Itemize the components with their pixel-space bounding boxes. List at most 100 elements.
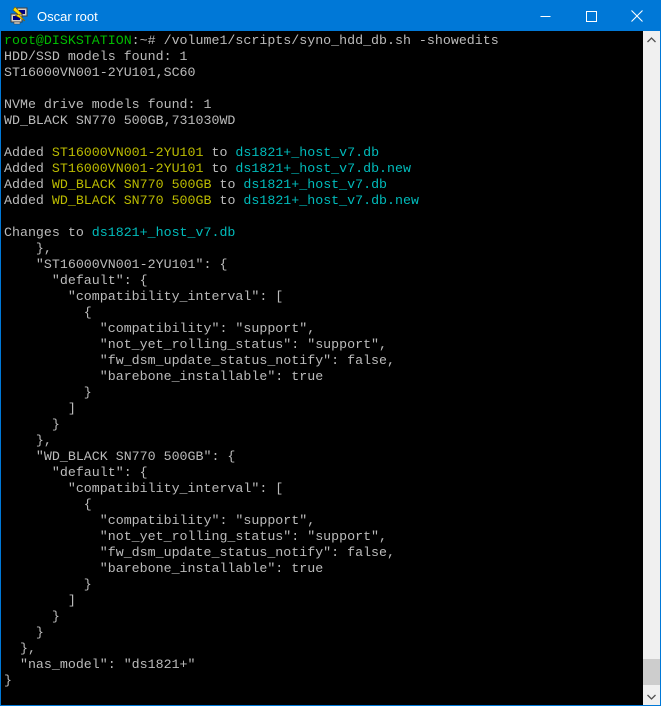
terminal-text-segment: ] [4,593,76,608]
terminal-text-segment: WD_BLACK SN770 500GB,731030WD [4,113,235,128]
scroll-down-button[interactable] [643,688,660,705]
terminal-line [4,81,643,97]
title-bar[interactable]: Oscar root [1,1,660,31]
terminal-text-segment: { [4,305,92,320]
terminal-line: } [4,625,643,641]
terminal-line: Changes to ds1821+_host_v7.db [4,225,643,241]
terminal-line: "not_yet_rolling_status": "support", [4,529,643,545]
minimize-icon [540,11,551,22]
terminal-text-segment: "compatibility_interval": [ [4,289,283,304]
terminal-line: Added WD_BLACK SN770 500GB to ds1821+_ho… [4,177,643,193]
terminal-text-segment: Added [4,193,52,208]
terminal-text-segment: } [4,673,12,688]
terminal-line: ] [4,593,643,609]
terminal-line: } [4,673,643,689]
terminal-text-segment: ST16000VN001-2YU101 [52,145,204,160]
terminal-line: "barebone_installable": true [4,561,643,577]
terminal-text-segment: Added [4,145,52,160]
terminal-line: root@DISKSTATION:~# /volume1/scripts/syn… [4,33,643,49]
terminal-text-segment: WD_BLACK SN770 500GB [52,177,212,192]
terminal-text-segment: "fw_dsm_update_status_notify": false, [4,545,395,560]
terminal-text-segment: "ST16000VN001-2YU101": { [4,257,227,272]
terminal-line: } [4,417,643,433]
terminal-line: "barebone_installable": true [4,369,643,385]
terminal-line: }, [4,641,643,657]
terminal-line: } [4,609,643,625]
terminal-text-segment: ] [4,401,76,416]
scrollbar-thumb[interactable] [643,659,660,685]
terminal-line: }, [4,433,643,449]
terminal-text-segment: ds1821+_host_v7.db.new [243,193,419,208]
terminal-text-segment: }, [4,241,52,256]
terminal-text-segment: "not_yet_rolling_status": "support", [4,529,387,544]
terminal-line: "ST16000VN001-2YU101": { [4,257,643,273]
caption-buttons [522,1,660,31]
terminal-text-segment: to [211,193,243,208]
scrollbar[interactable] [643,31,660,705]
terminal-text-segment: Added [4,161,52,176]
terminal-line: "not_yet_rolling_status": "support", [4,337,643,353]
terminal-text-segment: "nas_model": "ds1821+" [4,657,196,672]
terminal-text-segment: NVMe drive models found: 1 [4,97,211,112]
terminal-line: "compatibility_interval": [ [4,289,643,305]
terminal-line: { [4,305,643,321]
terminal-text-segment: "compatibility_interval": [ [4,481,283,496]
terminal-text-segment: "WD_BLACK SN770 500GB": { [4,449,235,464]
terminal-line: WD_BLACK SN770 500GB,731030WD [4,113,643,129]
terminal-text-segment: ds1821+_host_v7.db [243,177,387,192]
chevron-up-icon [647,37,656,43]
terminal-text-segment: :~# /volume1/scripts/syno_hdd_db.sh -sho… [132,33,499,48]
terminal-line: "nas_model": "ds1821+" [4,657,643,673]
terminal-text-segment: "fw_dsm_update_status_notify": false, [4,353,395,368]
maximize-button[interactable] [568,1,614,31]
terminal-text-segment: }, [4,433,52,448]
scroll-up-button[interactable] [643,31,660,48]
scrollbar-track[interactable] [643,48,660,688]
terminal-text-segment: "barebone_installable": true [4,561,323,576]
terminal-text-segment: to [211,177,243,192]
close-button[interactable] [614,1,660,31]
terminal-text-segment: WD_BLACK SN770 500GB [52,193,212,208]
close-icon [631,10,643,22]
putty-window: Oscar root root@DISKSTATION:~# /vol [0,0,661,706]
terminal-line: Added ST16000VN001-2YU101 to ds1821+_hos… [4,145,643,161]
window-title: Oscar root [37,9,522,24]
terminal-text-segment: } [4,385,92,400]
terminal-text-segment: Changes to [4,225,92,240]
terminal-text-segment: "not_yet_rolling_status": "support", [4,337,387,352]
terminal-text-segment: ST16000VN001-2YU101 [52,161,204,176]
terminal-line [4,209,643,225]
terminal-text-segment: "compatibility": "support", [4,513,315,528]
terminal-text-segment: } [4,417,60,432]
terminal-line: } [4,385,643,401]
terminal-line: Added ST16000VN001-2YU101 to ds1821+_hos… [4,161,643,177]
window-content: root@DISKSTATION:~# /volume1/scripts/syn… [1,31,660,705]
terminal-text-segment: "barebone_installable": true [4,369,323,384]
terminal-line: "fw_dsm_update_status_notify": false, [4,545,643,561]
terminal-line: }, [4,241,643,257]
terminal-text-segment: "default": { [4,273,148,288]
terminal-text-segment: "compatibility": "support", [4,321,315,336]
terminal-text-segment: to [204,161,236,176]
terminal-line: "fw_dsm_update_status_notify": false, [4,353,643,369]
terminal-text-segment: ST16000VN001-2YU101,SC60 [4,65,196,80]
terminal-text-segment: ds1821+_host_v7.db [92,225,236,240]
terminal-text-segment: to [204,145,236,160]
terminal-text-segment: }, [4,641,36,656]
terminal-line: ST16000VN001-2YU101,SC60 [4,65,643,81]
terminal-line: "WD_BLACK SN770 500GB": { [4,449,643,465]
chevron-down-icon [647,694,656,700]
terminal-output[interactable]: root@DISKSTATION:~# /volume1/scripts/syn… [1,31,643,705]
terminal-text-segment: } [4,577,92,592]
maximize-icon [586,11,597,22]
terminal-line: "compatibility": "support", [4,321,643,337]
terminal-line: Added WD_BLACK SN770 500GB to ds1821+_ho… [4,193,643,209]
terminal-text-segment: } [4,609,60,624]
terminal-line: "default": { [4,273,643,289]
terminal-text-segment: { [4,497,92,512]
terminal-line: } [4,577,643,593]
terminal-text-segment: } [4,625,44,640]
terminal-text-segment: "default": { [4,465,148,480]
terminal-text-segment: Added [4,177,52,192]
minimize-button[interactable] [522,1,568,31]
